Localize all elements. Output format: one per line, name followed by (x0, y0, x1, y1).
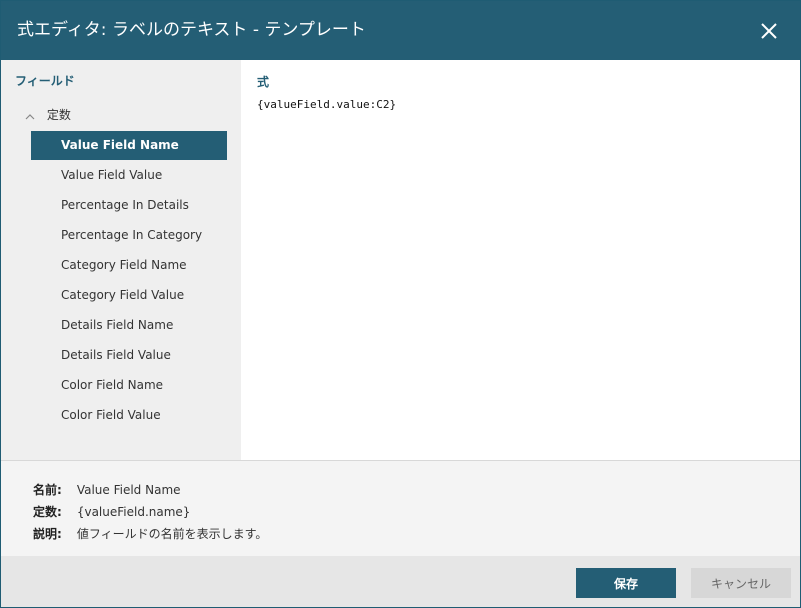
field-item-value-field-value[interactable]: Value Field Value (31, 161, 227, 190)
info-constant-row: 定数: {valueField.name} (33, 503, 190, 520)
expression-editor-dialog: 式エディタ: ラベルのテキスト - テンプレート フィールド 定数 Value … (0, 0, 801, 608)
dialog-header: 式エディタ: ラベルのテキスト - テンプレート (1, 1, 800, 60)
field-item-color-field-name[interactable]: Color Field Name (31, 371, 227, 400)
expression-label: 式 (257, 75, 270, 89)
chevron-up-icon (25, 111, 35, 121)
field-item-percentage-in-category[interactable]: Percentage In Category (31, 221, 227, 250)
field-item-category-field-name[interactable]: Category Field Name (31, 251, 227, 280)
info-name-value: Value Field Name (76, 483, 181, 497)
fields-section-title: フィールド (15, 74, 75, 88)
info-description-row: 説明: 値フィールドの名前を表示します。 (33, 525, 267, 542)
info-constant-key: 定数: (33, 505, 62, 519)
constants-group-label: 定数 (46, 108, 71, 122)
field-item-value-field-name[interactable]: Value Field Name (31, 131, 227, 160)
info-description-key: 説明: (33, 527, 62, 541)
field-item-color-field-value[interactable]: Color Field Value (31, 401, 227, 430)
field-item-percentage-in-details[interactable]: Percentage In Details (31, 191, 227, 220)
close-icon[interactable] (758, 20, 780, 42)
field-item-details-field-name[interactable]: Details Field Name (31, 311, 227, 340)
expression-editor[interactable]: {valueField.value:C2} (251, 94, 800, 462)
cancel-button[interactable]: キャンセル (691, 568, 791, 598)
field-item-details-field-value[interactable]: Details Field Value (31, 341, 227, 370)
info-name-key: 名前: (33, 483, 62, 497)
fields-sidebar: フィールド 定数 Value Field Name Value Field Va… (1, 60, 241, 460)
constants-group-toggle[interactable]: 定数 (25, 106, 71, 124)
dialog-footer: 保存 キャンセル (1, 556, 800, 607)
info-description-value: 値フィールドの名前を表示します。 (76, 527, 268, 541)
field-item-category-field-value[interactable]: Category Field Value (31, 281, 227, 310)
save-button[interactable]: 保存 (576, 568, 676, 598)
expression-panel: 式 {valueField.value:C2} (241, 60, 800, 462)
info-constant-value: {valueField.name} (76, 505, 191, 519)
info-name-row: 名前: Value Field Name (33, 481, 181, 498)
field-info-panel: 名前: Value Field Name 定数: {valueField.nam… (1, 460, 800, 557)
dialog-title: 式エディタ: ラベルのテキスト - テンプレート (17, 20, 366, 40)
field-list: Value Field Name Value Field Value Perce… (31, 131, 227, 431)
